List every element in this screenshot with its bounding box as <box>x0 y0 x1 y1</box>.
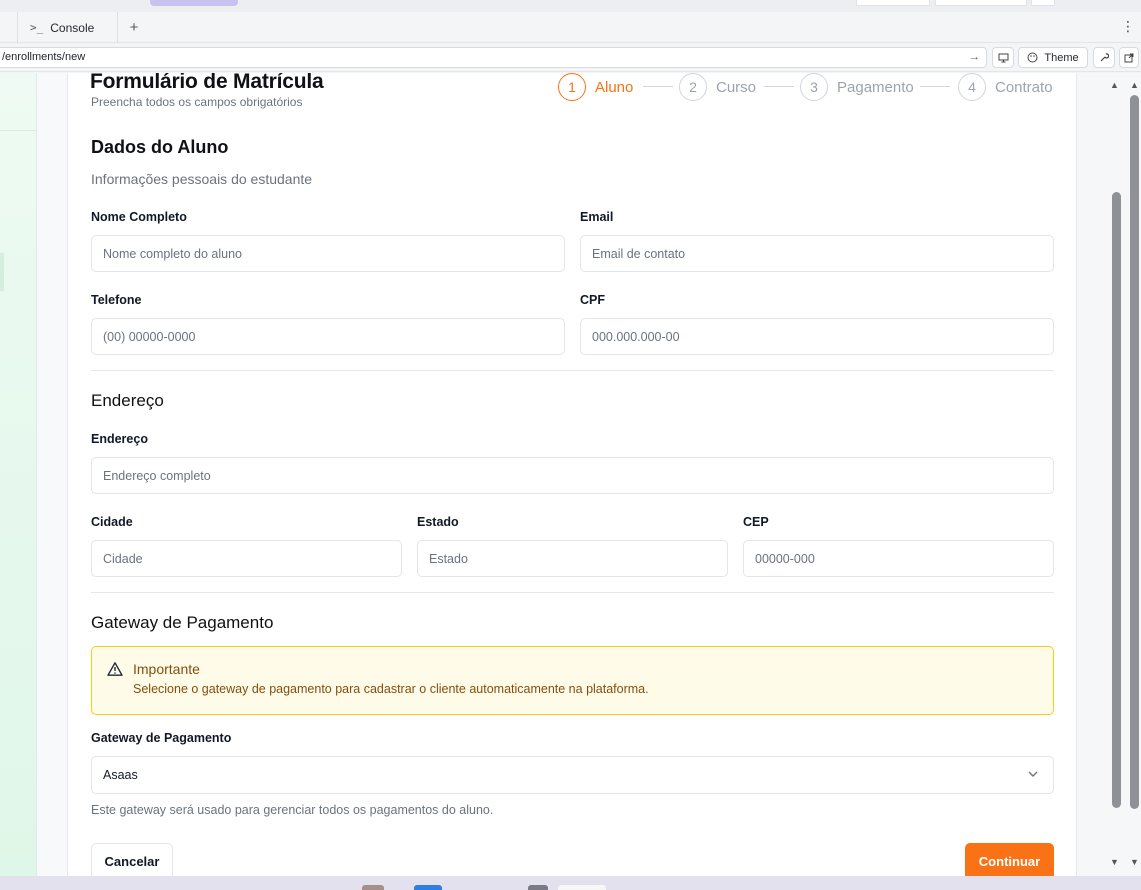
address-input[interactable] <box>91 457 1054 494</box>
tab-bar: >_ Console + ⋮ <box>0 12 1141 43</box>
top-control[interactable] <box>935 0 1027 6</box>
url-field[interactable]: /enrollments/new → <box>0 47 987 68</box>
scroll-up-icon[interactable]: ▲ <box>1130 80 1139 90</box>
wrench-icon <box>1100 52 1109 61</box>
scrollbar-area: ▲ ▲ ▼ ▼ <box>1106 73 1141 876</box>
scroll-up-icon[interactable]: ▲ <box>1110 80 1119 90</box>
step-curso[interactable]: 2 Curso <box>679 73 756 101</box>
state-label: Estado <box>417 515 459 529</box>
step-number: 1 <box>558 73 586 101</box>
step-aluno[interactable]: 1 Aluno <box>558 73 633 101</box>
top-control[interactable] <box>856 0 930 6</box>
top-control[interactable] <box>1031 0 1055 6</box>
step-number: 3 <box>800 73 828 101</box>
step-label: Aluno <box>595 78 634 96</box>
email-label: Email <box>580 210 614 224</box>
tab-console[interactable]: >_ Console <box>17 12 118 43</box>
section-subtitle-student: Informações pessoais do estudante <box>91 171 313 187</box>
email-input[interactable] <box>580 235 1054 272</box>
chevron-down-icon <box>1028 771 1038 777</box>
step-connector <box>920 86 950 87</box>
important-alert: Importante Selecione o gateway de pagame… <box>91 646 1054 715</box>
alert-text: Selecione o gateway de pagamento para ca… <box>133 682 649 696</box>
gateway-label: Gateway de Pagamento <box>91 731 232 745</box>
window-top-strip <box>0 0 1141 12</box>
name-label: Nome Completo <box>91 210 187 224</box>
step-label: Curso <box>716 78 757 96</box>
arrow-right-icon[interactable]: → <box>969 48 980 67</box>
theme-label: Theme <box>1044 51 1079 64</box>
sidebar-active-indicator <box>0 253 4 291</box>
page-subtitle: Preencha todos os campos obrigatórios <box>91 95 303 109</box>
scrollbar-thumb[interactable] <box>1112 192 1121 808</box>
page-title: Formulário de Matrícula <box>90 73 324 93</box>
cpf-label: CPF <box>580 293 605 307</box>
taskbar-app-icon[interactable] <box>528 885 548 890</box>
gateway-hint: Este gateway será usado para gerenciar t… <box>91 803 494 817</box>
zip-input[interactable] <box>743 540 1054 577</box>
monitor-icon <box>998 53 1008 62</box>
alert-title: Importante <box>133 661 200 677</box>
external-link-button[interactable] <box>1119 47 1139 68</box>
cancel-button[interactable]: Cancelar <box>91 843 173 876</box>
theme-button[interactable]: Theme <box>1018 47 1088 68</box>
section-divider <box>91 370 1054 371</box>
step-number: 4 <box>958 73 986 101</box>
step-pagamento[interactable]: 3 Pagamento <box>800 73 914 101</box>
continue-button[interactable]: Continuar <box>965 843 1054 876</box>
section-title-address: Endereço <box>91 391 164 410</box>
terminal-icon: >_ <box>30 21 44 34</box>
warning-icon <box>107 662 123 676</box>
step-label: Pagamento <box>837 78 914 96</box>
taskbar <box>0 876 1141 890</box>
phone-label: Telefone <box>91 293 142 307</box>
section-title-gateway: Gateway de Pagamento <box>91 613 274 632</box>
taskbar-app-icon[interactable] <box>362 885 384 890</box>
active-tab-indicator <box>150 0 238 6</box>
wrench-button[interactable] <box>1093 47 1115 68</box>
app-area: Formulário de Matrícula Preencha todos o… <box>0 73 1141 876</box>
zip-label: CEP <box>743 515 769 529</box>
name-input[interactable] <box>91 235 565 272</box>
sidebar-divider <box>0 130 37 131</box>
phone-input[interactable] <box>91 318 565 355</box>
step-number: 2 <box>679 73 707 101</box>
more-options-icon[interactable]: ⋮ <box>1121 18 1135 35</box>
gateway-selected-value: Asaas <box>103 768 138 782</box>
scrollbar-thumb[interactable] <box>1130 95 1139 809</box>
content-gutter <box>37 73 67 876</box>
external-link-icon <box>1124 53 1134 62</box>
sidebar <box>0 73 37 876</box>
scroll-down-icon[interactable]: ▼ <box>1110 857 1119 867</box>
cpf-input[interactable] <box>580 318 1054 355</box>
taskbar-app-icon[interactable] <box>414 885 442 890</box>
city-input[interactable] <box>91 540 402 577</box>
step-connector <box>643 86 673 87</box>
section-title-student: Dados do Aluno <box>91 137 229 157</box>
step-label: Contrato <box>995 78 1053 96</box>
palette-icon <box>1027 52 1038 63</box>
state-input[interactable] <box>417 540 728 577</box>
url-toolbar: /enrollments/new → Theme <box>0 44 1141 72</box>
section-divider <box>91 592 1054 593</box>
new-tab-button[interactable]: + <box>126 12 142 43</box>
url-text: /enrollments/new <box>2 51 86 63</box>
step-connector <box>764 86 794 87</box>
monitor-button[interactable] <box>992 47 1014 68</box>
step-contrato[interactable]: 4 Contrato <box>958 73 1053 101</box>
tab-label: Console <box>50 20 95 35</box>
address-label: Endereço <box>91 432 148 446</box>
stepper: 1 Aluno 2 Curso 3 Pagamento 4 Contrato <box>558 73 1056 101</box>
scroll-down-icon[interactable]: ▼ <box>1130 857 1139 867</box>
gateway-select[interactable]: Asaas <box>91 756 1054 794</box>
taskbar-app-icon[interactable] <box>558 885 606 890</box>
city-label: Cidade <box>91 515 133 529</box>
